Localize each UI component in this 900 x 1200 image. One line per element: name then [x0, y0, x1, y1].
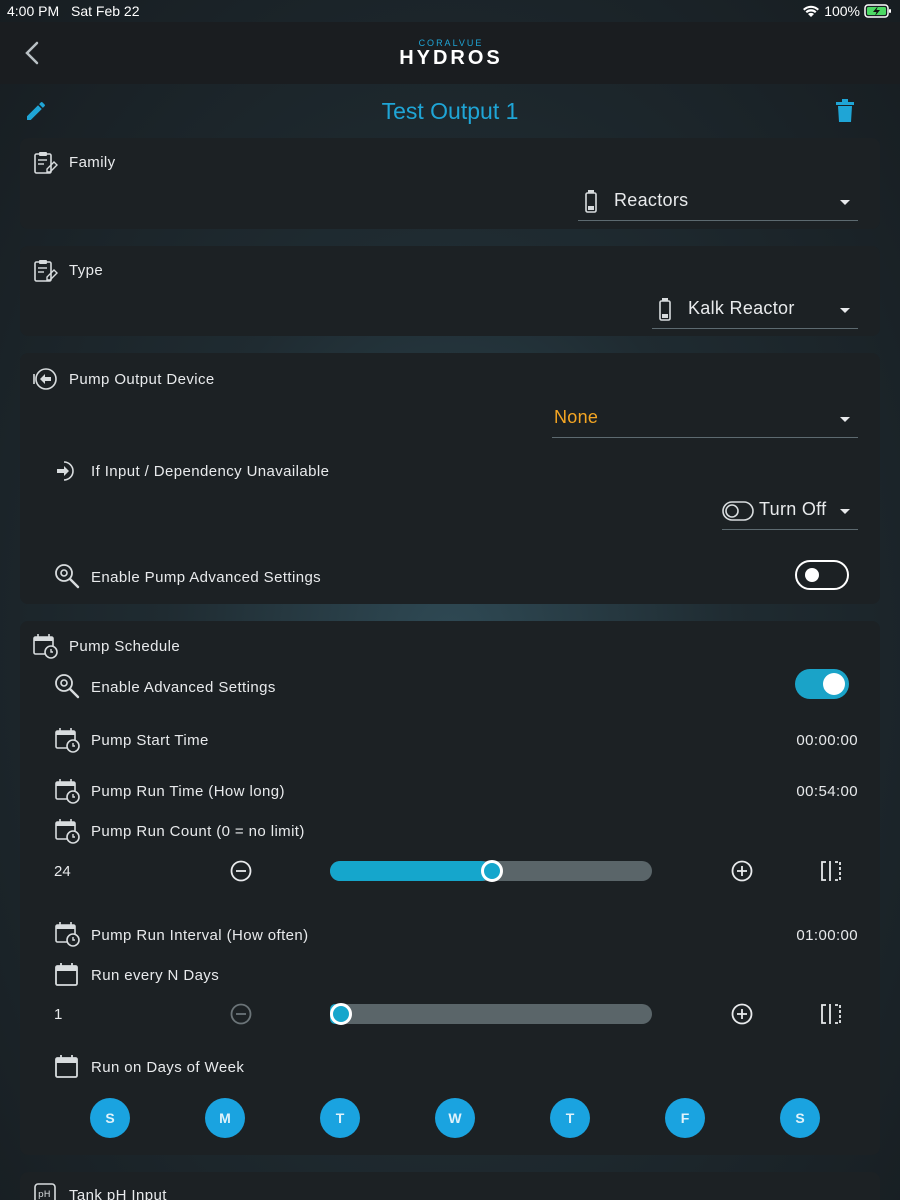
type-label: Type	[69, 262, 104, 279]
schedule-advanced-toggle[interactable]	[795, 669, 849, 699]
calendar-icon	[55, 1055, 78, 1078]
unavailable-value: Turn Off	[759, 499, 827, 519]
ph-icon: pH	[34, 1183, 56, 1200]
page-title: Test Output 1	[381, 98, 519, 124]
settings-search-icon	[55, 564, 80, 589]
tank-ph-label: Tank pH Input	[69, 1187, 167, 1200]
interval-label: Pump Run Interval (How often)	[91, 927, 309, 944]
slider-thumb[interactable]	[329, 1003, 352, 1025]
back-button[interactable]	[22, 40, 42, 66]
settings-search-icon	[55, 674, 80, 699]
run-time-value[interactable]: 00:54:00	[796, 783, 858, 800]
pump-output-dropdown[interactable]: None	[552, 401, 858, 438]
day-saturday[interactable]: S	[780, 1098, 820, 1138]
ndays-value: 1	[54, 1006, 63, 1023]
start-time-value[interactable]: 00:00:00	[796, 732, 858, 749]
pump-output-label: Pump Output Device	[69, 371, 215, 388]
dow-label: Run on Days of Week	[91, 1059, 245, 1076]
calendar-clock-icon	[55, 728, 80, 753]
day-tuesday[interactable]: T	[320, 1098, 360, 1138]
calendar-clock-icon	[55, 779, 80, 804]
unavailable-label: If Input / Dependency Unavailable	[91, 463, 330, 480]
toggle-off-icon	[722, 501, 754, 521]
status-time: 4:00 PM	[7, 3, 60, 19]
run-count-slider[interactable]	[330, 860, 652, 882]
run-time-label: Pump Run Time (How long)	[91, 783, 285, 800]
clipboard-edit-icon	[34, 152, 58, 174]
family-dropdown[interactable]: Reactors	[578, 184, 858, 221]
family-card: Family Reactors	[20, 138, 880, 229]
battery-percent: 100%	[824, 3, 860, 19]
day-thursday[interactable]: T	[550, 1098, 590, 1138]
clipboard-edit-icon	[34, 260, 58, 282]
caret-down-icon	[840, 417, 850, 422]
run-count-value: 24	[54, 863, 71, 880]
calendar-clock-icon	[33, 634, 58, 659]
svg-text:pH: pH	[38, 1190, 50, 1200]
type-card: Type Kalk Reactor	[20, 246, 880, 336]
pump-output-value: None	[554, 407, 599, 427]
status-bar: 4:00 PM Sat Feb 22 100%	[0, 0, 900, 22]
type-value: Kalk Reactor	[688, 298, 795, 318]
reactor-icon	[659, 298, 671, 321]
output-arrow-icon	[33, 368, 57, 390]
calendar-clock-icon	[55, 819, 80, 844]
reactor-icon	[585, 190, 597, 213]
pump-advanced-toggle[interactable]	[795, 560, 849, 590]
plus-circle-icon[interactable]	[731, 860, 753, 882]
toggle-knob	[823, 673, 845, 695]
type-dropdown[interactable]: Kalk Reactor	[652, 292, 858, 329]
start-time-label: Pump Start Time	[91, 732, 209, 749]
chevron-left-icon	[25, 41, 39, 65]
caret-down-icon	[840, 200, 850, 205]
schedule-advanced-label: Enable Advanced Settings	[91, 679, 276, 696]
pump-output-card: Pump Output Device None If Input / Depen…	[20, 353, 880, 604]
caret-down-icon	[840, 509, 850, 514]
day-sunday[interactable]: S	[90, 1098, 130, 1138]
input-arrow-icon	[57, 461, 74, 481]
status-date: Sat Feb 22	[71, 3, 140, 19]
wifi-icon	[803, 5, 820, 17]
schedule-label: Pump Schedule	[69, 638, 181, 655]
calendar-clock-icon	[55, 922, 80, 947]
battery-charging-icon	[864, 4, 891, 18]
minus-circle-icon[interactable]	[230, 860, 252, 882]
title-bar: Test Output 1	[0, 84, 900, 138]
caret-down-icon	[840, 308, 850, 313]
run-count-label: Pump Run Count (0 = no limit)	[91, 823, 305, 840]
interval-value[interactable]: 01:00:00	[796, 927, 858, 944]
ndays-slider[interactable]	[329, 1003, 652, 1025]
slider-fill	[330, 861, 491, 881]
brand-big: HYDROS	[399, 47, 503, 69]
family-label: Family	[69, 154, 116, 171]
unavailable-dropdown[interactable]: Turn Off	[722, 493, 858, 530]
toggle-knob	[805, 568, 819, 582]
split-view-icon[interactable]	[820, 1003, 842, 1025]
slider-thumb[interactable]	[481, 860, 503, 882]
split-view-icon[interactable]	[820, 860, 842, 882]
nav-bar: CORALVUE HYDROS	[0, 22, 900, 84]
delete-button[interactable]	[834, 99, 856, 123]
calendar-icon	[55, 963, 78, 986]
status-right: 100%	[802, 3, 892, 19]
day-monday[interactable]: M	[205, 1098, 245, 1138]
day-friday[interactable]: F	[665, 1098, 705, 1138]
ndays-label: Run every N Days	[91, 967, 220, 984]
family-value: Reactors	[614, 190, 689, 210]
day-wednesday[interactable]: W	[435, 1098, 475, 1138]
minus-circle-icon[interactable]	[230, 1003, 252, 1025]
brand-logo: CORALVUE HYDROS	[396, 38, 506, 68]
plus-circle-icon[interactable]	[731, 1003, 753, 1025]
trash-icon	[836, 99, 854, 122]
tank-ph-card: pH Tank pH Input	[20, 1172, 880, 1200]
pump-schedule-card: Pump Schedule Enable Advanced Settings P…	[20, 621, 880, 1155]
pump-advanced-label: Enable Pump Advanced Settings	[91, 569, 322, 586]
